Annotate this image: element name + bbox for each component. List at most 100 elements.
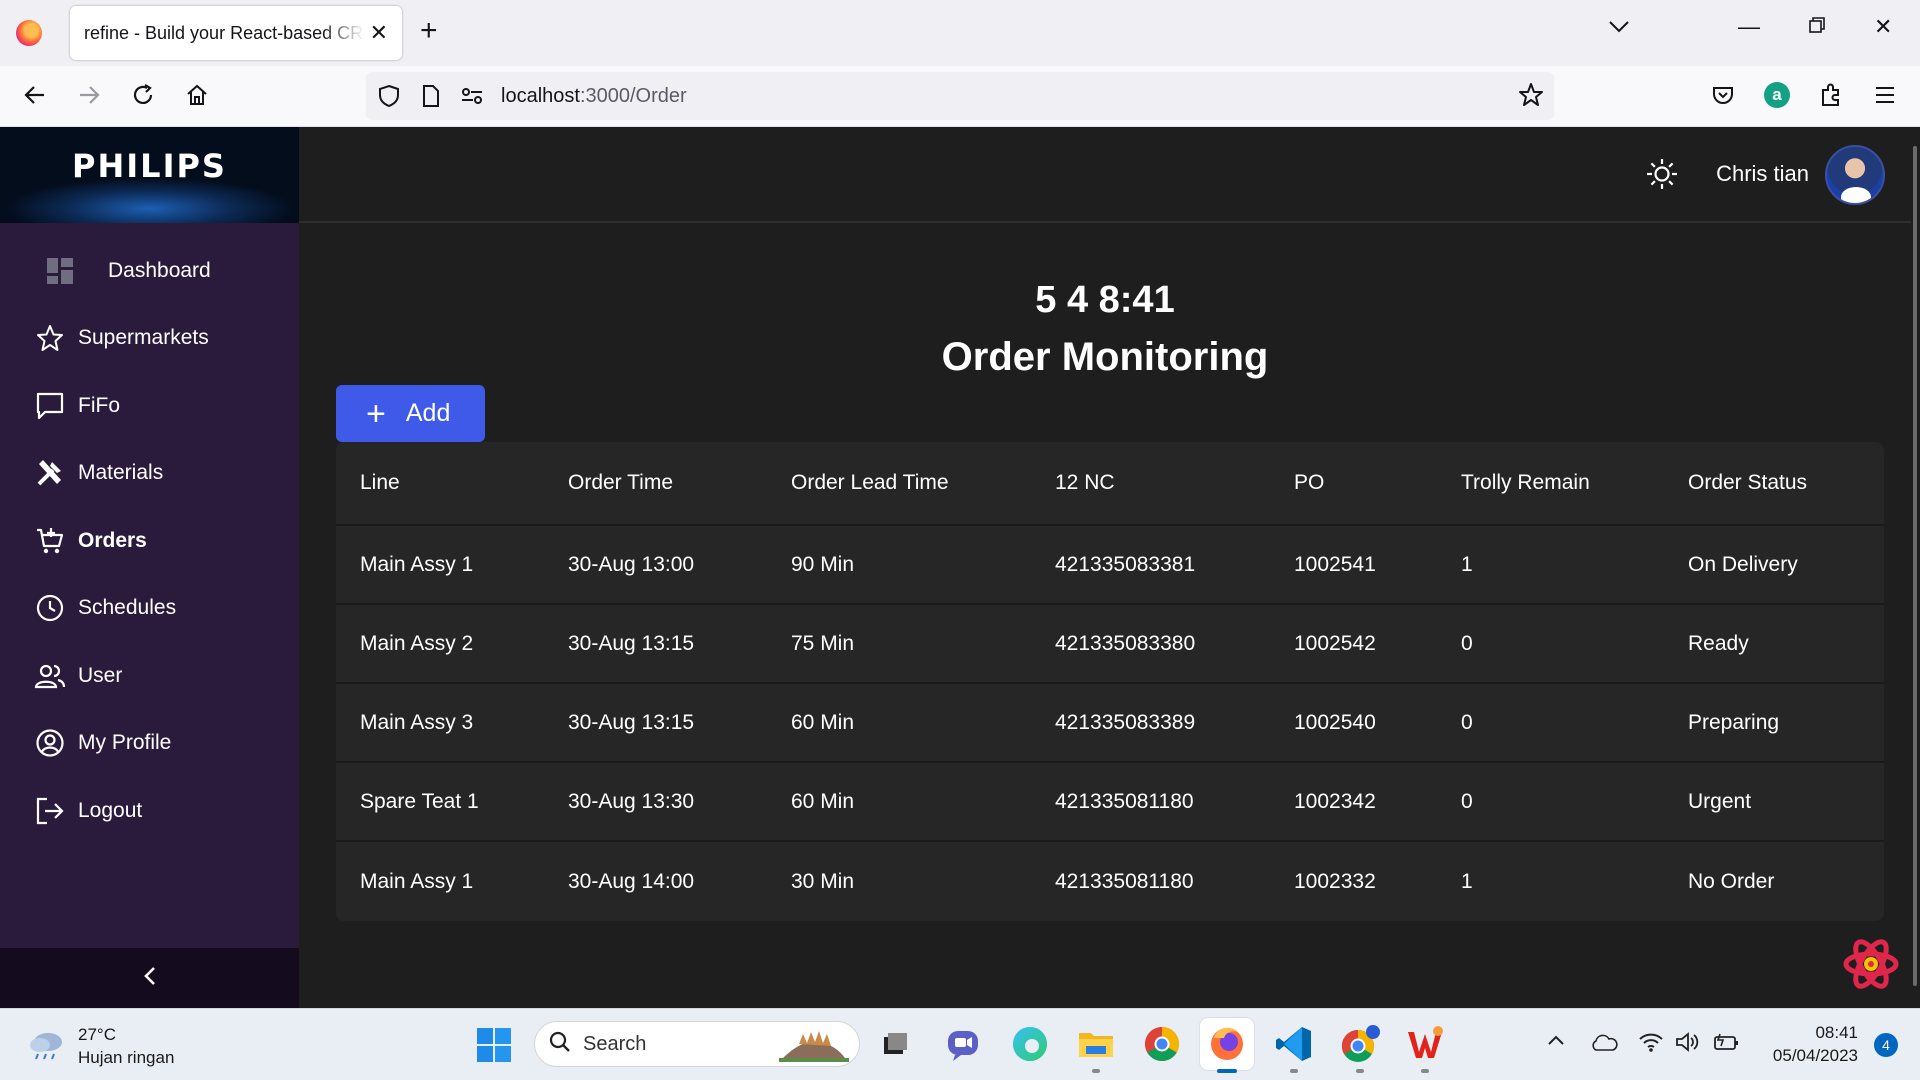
browser-tab-active[interactable]: refine - Build your React-based CRUD app… [70,6,402,60]
edge-browser-icon[interactable] [1010,1024,1050,1064]
forward-arrow-icon[interactable] [74,80,104,110]
sidebar-item-schedules[interactable]: Schedules [0,575,299,643]
cell-po: 1002540 [1294,710,1376,734]
weather-widget[interactable]: 27°C Hujan ringan [28,1023,174,1069]
bookmark-star-icon[interactable] [1518,82,1544,113]
plus-icon: + [366,394,386,433]
table-row[interactable]: Spare Teat 1 30-Aug 13:30 60 Min 4213350… [336,763,1884,842]
profile-icon [34,727,66,759]
sidebar-item-label: Schedules [78,596,177,620]
extensions-puzzle-icon[interactable] [1816,80,1846,110]
sidebar-item-label: Supermarkets [78,326,209,350]
table-row[interactable]: Main Assy 2 30-Aug 13:15 75 Min 42133508… [336,605,1884,684]
wps-office-icon[interactable] [1405,1024,1445,1064]
list-all-tabs-icon[interactable] [1608,20,1630,39]
firefox-logo-icon [16,20,42,46]
taskbar-search[interactable]: Search [534,1021,860,1067]
cell-po: 1002541 [1294,552,1376,576]
weather-desc: Hujan ringan [78,1048,175,1067]
home-icon[interactable] [182,80,212,110]
main-content: 5 4 8:41 Order Monitoring + Add Line Ord… [299,223,1911,1008]
onedrive-cloud-icon[interactable] [1590,1033,1618,1058]
page-scrollbar-thumb[interactable] [1913,146,1917,986]
table-row[interactable]: Main Assy 1 30-Aug 14:00 30 Min 42133508… [336,842,1884,921]
sidebar-item-fifo[interactable]: FiFo [0,372,299,440]
cloud-rain-icon [28,1028,66,1065]
pocket-icon[interactable] [1708,80,1738,110]
reload-icon[interactable] [128,80,158,110]
sidebar-item-user[interactable]: User [0,642,299,710]
live-clock: 5 4 8:41 [1035,279,1175,321]
start-button[interactable] [476,1027,512,1068]
sidebar-item-supermarkets[interactable]: Supermarkets [0,305,299,373]
sidebar-collapse-button[interactable] [0,948,299,1008]
cell-12nc: 421335083389 [1055,710,1196,734]
new-tab-icon[interactable]: + [420,16,438,46]
brand-logo[interactable]: PHILIPS [0,127,299,223]
column-header-trolly-remain[interactable]: Trolly Remain [1437,471,1664,495]
column-header-12nc[interactable]: 12 NC [1031,471,1270,495]
cell-order-time: 30-Aug 13:15 [568,631,695,655]
table-header-row: Line Order Time Order Lead Time 12 NC PO… [336,442,1884,526]
cell-order-time: 30-Aug 13:00 [568,552,695,576]
volume-icon[interactable] [1674,1031,1700,1058]
table-row[interactable]: Main Assy 1 30-Aug 13:00 90 Min 42133508… [336,526,1884,605]
url-bar[interactable]: localhost:3000/Order [366,72,1554,120]
search-highlight-dinosaur-icon [779,1026,849,1069]
cell-trolly-remain: 0 [1461,789,1473,813]
column-header-order-lead-time[interactable]: Order Lead Time [767,471,1031,495]
column-header-po[interactable]: PO [1270,471,1437,495]
windows-taskbar: 27°C Hujan ringan Search 08:41 05/04/202… [0,1008,1920,1080]
chrome-profile-icon[interactable] [1338,1024,1380,1064]
close-tab-icon[interactable]: ✕ [370,20,388,46]
account-extension-icon[interactable]: a [1762,80,1792,110]
cell-lead-time: 75 Min [791,631,855,655]
cell-order-status: Ready [1688,631,1749,655]
cell-line: Spare Teat 1 [360,789,479,813]
firefox-taskbar-icon[interactable] [1200,1018,1254,1070]
vscode-icon[interactable] [1274,1024,1314,1064]
sidebar-item-orders[interactable]: Orders [0,507,299,575]
column-header-line[interactable]: Line [336,471,544,495]
column-header-order-time[interactable]: Order Time [544,471,767,495]
running-indicator [1290,1069,1298,1073]
sidebar-item-my-profile[interactable]: My Profile [0,710,299,778]
cell-line: Main Assy 1 [360,552,474,576]
notification-badge[interactable]: 4 [1874,1033,1898,1057]
teams-chat-icon[interactable] [943,1024,983,1064]
close-window-icon[interactable]: ✕ [1874,14,1892,40]
url-text[interactable]: localhost:3000/Order [501,85,687,108]
file-explorer-icon[interactable] [1076,1024,1116,1064]
devtools-react-icon[interactable] [1842,935,1900,998]
cell-trolly-remain: 0 [1461,710,1473,734]
chrome-browser-icon[interactable] [1142,1024,1182,1064]
minimize-window-icon[interactable]: — [1738,14,1760,40]
add-button-label: Add [405,399,451,427]
wifi-icon[interactable] [1638,1031,1664,1058]
column-header-order-status[interactable]: Order Status [1664,471,1884,495]
sidebar-item-logout[interactable]: Logout [0,777,299,845]
cell-trolly-remain: 0 [1461,631,1473,655]
show-hidden-icons-chevron-up-icon[interactable] [1546,1031,1566,1052]
user-name: Chris tian [1716,161,1809,186]
sidebar-item-dashboard[interactable]: Dashboard [0,237,299,305]
tab-title: refine - Build your React-based CRUD app… [84,22,364,43]
avatar[interactable] [1825,145,1885,205]
cell-order-time: 30-Aug 13:30 [568,789,695,813]
taskbar-clock[interactable]: 08:41 05/04/2023 [1773,1021,1858,1067]
cell-12nc: 421335083380 [1055,631,1196,655]
theme-toggle-sun-icon[interactable] [1645,157,1679,196]
battery-icon[interactable] [1712,1031,1740,1058]
task-view-icon[interactable] [875,1024,915,1064]
restore-window-icon[interactable] [1808,14,1826,40]
cart-icon [34,525,66,557]
tracking-shield-icon[interactable] [378,84,400,113]
page-info-icon[interactable] [422,84,440,113]
hamburger-menu-icon[interactable] [1870,80,1900,110]
cell-order-time: 30-Aug 13:15 [568,710,695,734]
permissions-icon[interactable] [460,86,484,111]
add-order-button[interactable]: + Add [336,385,485,442]
back-arrow-icon[interactable] [20,80,50,110]
sidebar-item-materials[interactable]: Materials [0,440,299,508]
table-row[interactable]: Main Assy 3 30-Aug 13:15 60 Min 42133508… [336,684,1884,763]
